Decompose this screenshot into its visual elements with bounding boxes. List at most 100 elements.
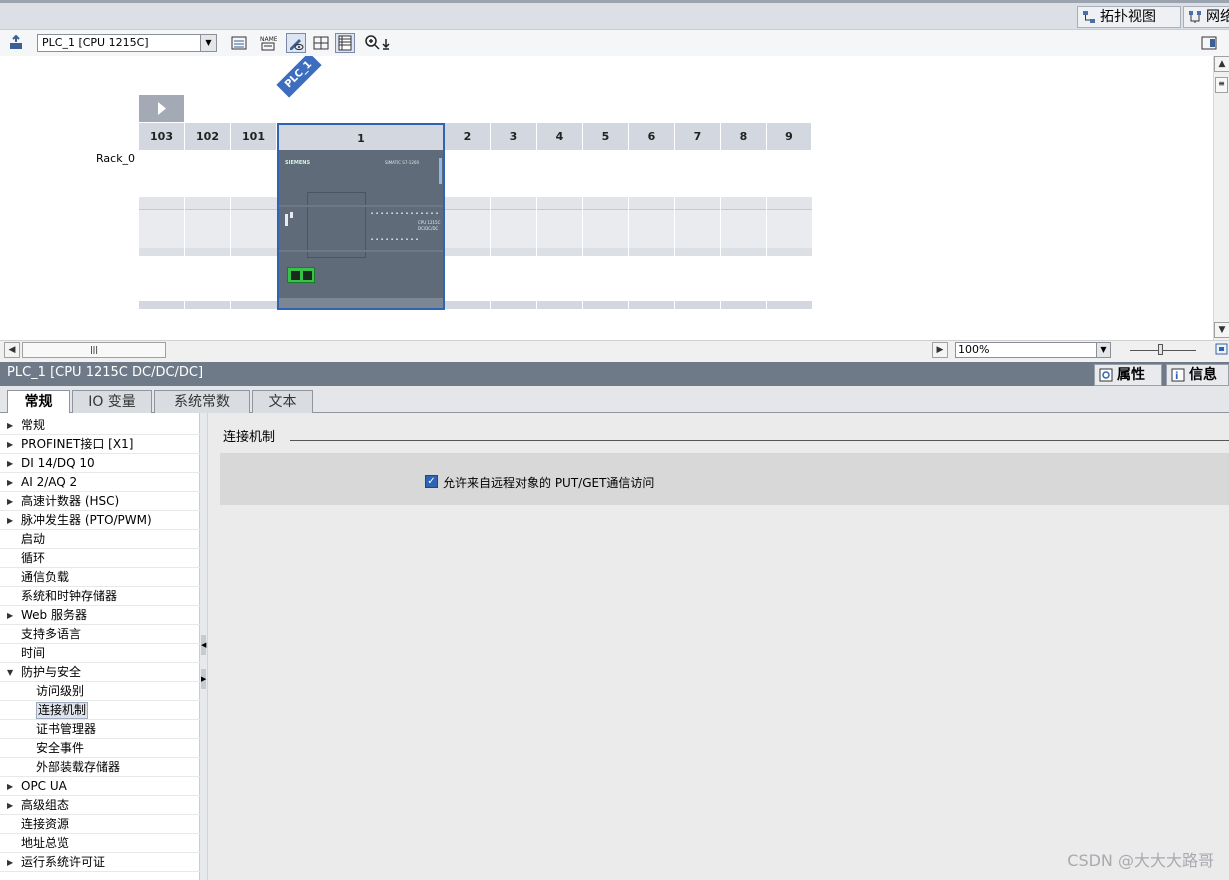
tree-item[interactable]: ▶ 运行系统许可证: [0, 853, 200, 872]
expand-slots-button[interactable]: [139, 95, 184, 122]
scroll-down-icon[interactable]: ▼: [1214, 322, 1229, 338]
cpu-brand: SIEMENS: [285, 160, 311, 166]
tree-item[interactable]: 系统和时钟存储器: [0, 587, 200, 606]
device-tag[interactable]: PLC_1: [276, 56, 322, 98]
cpu-model: CPU 1215C: [418, 220, 441, 225]
caret-down-icon[interactable]: ▼: [7, 663, 13, 682]
show-module-button[interactable]: [229, 33, 249, 53]
tree-item[interactable]: 循环: [0, 549, 200, 568]
show-names-button[interactable]: NAME: [258, 33, 278, 53]
put-get-checkbox[interactable]: ✓: [425, 475, 438, 488]
caret-right-icon[interactable]: ▶: [7, 454, 13, 473]
caret-right-icon[interactable]: ▶: [7, 777, 13, 796]
caret-right-icon[interactable]: ▶: [7, 492, 13, 511]
slot-header-cpu[interactable]: 1: [277, 123, 445, 150]
slot-header[interactable]: 3: [491, 123, 537, 150]
scroll-right-icon[interactable]: ▶: [932, 342, 948, 358]
scroll-up-icon[interactable]: ▲: [1214, 56, 1229, 72]
zoom-slider-handle[interactable]: [1158, 344, 1163, 355]
zoom-slider-track[interactable]: [1130, 350, 1196, 351]
chevron-down-icon[interactable]: ▼: [1096, 343, 1110, 357]
put-get-checkbox-label[interactable]: 允许来自远程对象的 PUT/GET通信访问: [443, 474, 654, 491]
slot-header[interactable]: 8: [721, 123, 767, 150]
slot-header[interactable]: 9: [767, 123, 812, 150]
tree-item[interactable]: ▶ 高速计数器 (HSC): [0, 492, 200, 511]
tab-texts[interactable]: 文本: [252, 390, 313, 413]
slot-header[interactable]: 4: [537, 123, 583, 150]
tree-item[interactable]: ▶ PROFINET接口 [X1]: [0, 435, 200, 454]
device-select[interactable]: PLC_1 [CPU 1215C] ▼: [37, 34, 217, 52]
tree-item[interactable]: 连接机制: [0, 701, 200, 720]
collapse-left-icon[interactable]: ◀: [201, 635, 206, 655]
slot-header[interactable]: 101: [231, 123, 277, 150]
device-view-button[interactable]: [286, 33, 306, 53]
slot-header[interactable]: 5: [583, 123, 629, 150]
panel-toggle-button[interactable]: [1199, 33, 1219, 53]
caret-right-icon[interactable]: ▶: [7, 511, 13, 530]
slot-header[interactable]: 6: [629, 123, 675, 150]
device-arrow-icon: [10, 34, 22, 49]
overview-button[interactable]: [335, 33, 355, 53]
grid-view-button[interactable]: [311, 33, 331, 53]
topology-view-tab[interactable]: 拓扑视图: [1077, 6, 1181, 28]
h-scroll-thumb[interactable]: |||: [22, 342, 166, 358]
ethernet-port-icon: [303, 271, 312, 280]
tree-item[interactable]: ▶ OPC UA: [0, 777, 200, 796]
tree-item[interactable]: 地址总览: [0, 834, 200, 853]
tab-io-tags[interactable]: IO 变量: [72, 390, 152, 413]
tab-system-constants[interactable]: 系统常数: [154, 390, 250, 413]
device-tree-button[interactable]: [6, 33, 26, 53]
grid-icon: [313, 36, 329, 50]
tree-item[interactable]: 时间: [0, 644, 200, 663]
tab-general[interactable]: 常规: [7, 390, 70, 414]
fit-view-button[interactable]: [1215, 342, 1228, 356]
tree-item[interactable]: ▶ 脉冲发生器 (PTO/PWM): [0, 511, 200, 530]
slot-header[interactable]: 102: [185, 123, 231, 150]
profinet-ports[interactable]: [287, 267, 315, 283]
slot-header[interactable]: 2: [445, 123, 491, 150]
tree-item[interactable]: 启动: [0, 530, 200, 549]
tree-item-label: 防护与安全: [21, 665, 82, 679]
tree-item[interactable]: 证书管理器: [0, 720, 200, 739]
caret-right-icon[interactable]: ▶: [7, 606, 13, 625]
device-toolbar: PLC_1 [CPU 1215C] ▼ NAME: [0, 30, 1229, 56]
caret-right-icon[interactable]: ▶: [7, 435, 13, 454]
tree-item[interactable]: ▼ 防护与安全: [0, 663, 200, 682]
tree-item[interactable]: ▶ 高级组态: [0, 796, 200, 815]
caret-right-icon[interactable]: ▶: [7, 416, 13, 435]
network-view-label: 网络: [1206, 9, 1229, 25]
tree-item-label: 高速计数器 (HSC): [21, 494, 120, 508]
pencil-eye-icon: [290, 39, 304, 50]
chevron-down-icon[interactable]: ▼: [200, 35, 216, 51]
caret-right-icon[interactable]: ▶: [7, 853, 13, 872]
tree-item[interactable]: 支持多语言: [0, 625, 200, 644]
tree-item[interactable]: ▶ DI 14/DQ 10: [0, 454, 200, 473]
caret-right-icon[interactable]: ▶: [7, 796, 13, 815]
cpu-module[interactable]: SIEMENS SIMATIC S7-1200 ▪ ▪ ▪ ▪ ▪ ▪ ▪ ▪ …: [277, 150, 445, 310]
canvas-vertical-scrollbar[interactable]: ▲ ≡ ▼: [1213, 56, 1229, 340]
scroll-thumb[interactable]: ≡: [1215, 77, 1228, 93]
tree-item[interactable]: 通信负载: [0, 568, 200, 587]
network-view-tab[interactable]: 网络: [1183, 6, 1229, 28]
tree-item[interactable]: 安全事件: [0, 739, 200, 758]
zoom-button[interactable]: [363, 33, 393, 53]
tree-item[interactable]: 访问级别: [0, 682, 200, 701]
tab-properties[interactable]: 属性: [1094, 364, 1162, 386]
expand-right-icon[interactable]: ▶: [201, 669, 206, 689]
tree-item[interactable]: ▶ AI 2/AQ 2: [0, 473, 200, 492]
tree-item[interactable]: 连接资源: [0, 815, 200, 834]
panel-splitter[interactable]: ◀ ▶: [200, 413, 208, 880]
tree-item[interactable]: ▶ Web 服务器: [0, 606, 200, 625]
tree-item[interactable]: 外部装载存储器: [0, 758, 200, 777]
slot-header[interactable]: 7: [675, 123, 721, 150]
slot-header[interactable]: 103: [139, 123, 185, 150]
device-canvas[interactable]: PLC_1 103 102 101 1 2 3 4 5 6 7 8 9 Rack…: [0, 56, 1213, 340]
zoom-value: 100%: [958, 343, 990, 356]
tab-info[interactable]: i 信息: [1166, 364, 1229, 386]
scroll-left-icon[interactable]: ◀: [4, 342, 20, 358]
zoom-select[interactable]: 100% ▼: [955, 342, 1111, 358]
caret-right-icon[interactable]: ▶: [7, 473, 13, 492]
tree-item-label: 启动: [21, 532, 46, 546]
tree-item-label: 访问级别: [36, 684, 85, 698]
tree-item[interactable]: ▶ 常规: [0, 416, 200, 435]
